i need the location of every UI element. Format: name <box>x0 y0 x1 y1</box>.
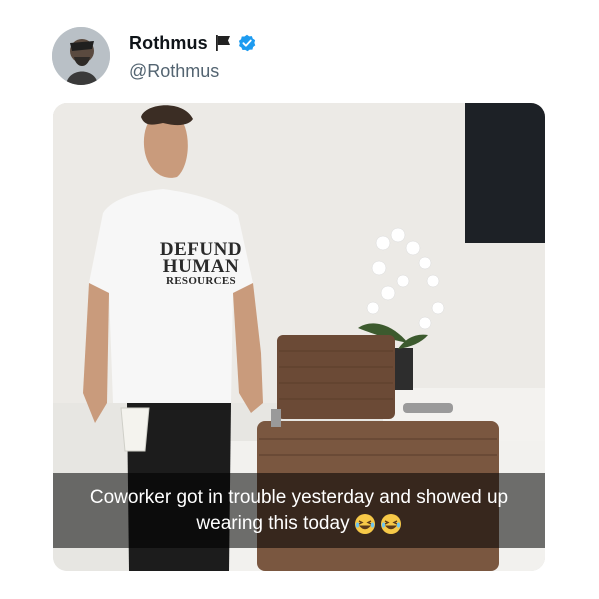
snap-caption: Coworker got in trouble yesterday and sh… <box>53 473 545 548</box>
caption-line-2: wearing this today <box>196 512 350 534</box>
tweet-header: Rothmus @Rothmus <box>52 27 579 87</box>
shirt-print: DEFUND HUMAN RESOURCES <box>146 240 256 287</box>
laughing-emoji-icon <box>380 513 402 535</box>
tweet-media-image[interactable]: DEFUND HUMAN RESOURCES Coworker got in t… <box>53 103 545 571</box>
display-name[interactable]: Rothmus <box>129 33 208 54</box>
handle[interactable]: @Rothmus <box>129 61 256 82</box>
caption-line-1: Coworker got in trouble yesterday and sh… <box>89 486 509 508</box>
flag-icon <box>214 34 232 52</box>
caption-line-2-row: wearing this today <box>196 511 401 537</box>
author-names: Rothmus @Rothmus <box>129 31 256 82</box>
verified-icon <box>238 34 256 52</box>
shirt-line-2: HUMAN <box>162 256 240 277</box>
laughing-emoji-icon <box>354 513 376 535</box>
avatar[interactable] <box>52 27 110 85</box>
